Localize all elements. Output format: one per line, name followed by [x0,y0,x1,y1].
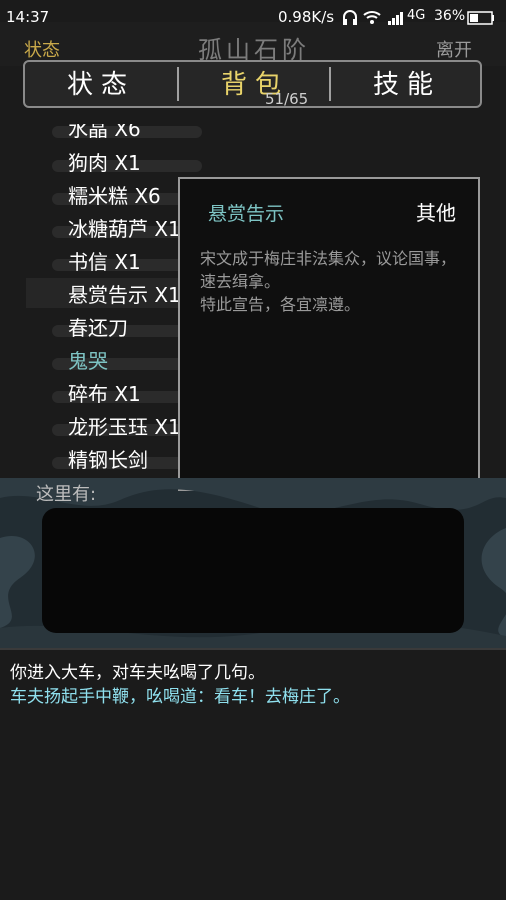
log-line: 你进入大车，对车夫吆喝了几句。 [10,663,265,683]
item-detail-description: 宋文成于梅庄非法集众，议论国事，速去缉拿。 特此宣告，各宜凛遵。 [200,249,457,314]
item-label: 春还刀 [68,316,128,340]
item-label: 狗肉 X1 [68,151,141,175]
room-contents-box [42,508,464,633]
log-line: 车夫扬起手中鞭，吆喝道：看车！去梅庄了。 [10,687,350,707]
item-label: 水晶 X6 [68,124,141,141]
list-item[interactable]: 书信 X1 [28,245,202,275]
list-item[interactable]: 龙形玉珏 X1 [28,410,202,440]
headphones-icon [343,10,357,25]
room-contents-label: 这里有: [36,484,97,505]
list-item[interactable]: 鬼哭 [28,344,202,374]
list-item[interactable]: 春还刀 [28,311,202,341]
list-item[interactable]: 糯米糕 X6 [28,179,202,209]
item-label: 冰糖葫芦 X12 [68,217,194,241]
item-label: 书信 X1 [68,250,141,274]
item-detail-popup[interactable]: 悬赏告示 其他 宋文成于梅庄非法集众，议论国事，速去缉拿。 特此宣告，各宜凛遵。 [178,177,480,491]
list-item[interactable]: 狗肉 X1 [28,146,202,176]
message-log: 你进入大车，对车夫吆喝了几句。 车夫扬起手中鞭，吆喝道：看车！去梅庄了。 [0,648,506,900]
signal-icon [388,12,403,25]
game-screen: 状态 孤山石阶 离开 14:37 0.98K/s 4G 36% 状态 背包 技能… [0,0,506,900]
network-type: 4G [407,8,426,23]
battery-level: 36% [434,8,466,24]
main-tabs: 状态 背包 技能 [23,60,482,108]
list-item-selected[interactable]: 悬赏告示 X1 [26,278,186,308]
tab-skills[interactable]: 技能 [331,62,483,106]
room-contents-panel: 这里有: [0,478,506,648]
item-label: 精钢长剑 [68,448,148,472]
item-detail-category: 其他 [416,201,456,225]
wifi-icon [363,11,381,24]
item-label: 悬赏告示 X1 [68,283,181,307]
status-shortcut-button[interactable]: 状态 [24,36,60,62]
list-item[interactable]: 水晶 X6 [28,124,202,142]
list-item[interactable]: 碎布 X1 [28,377,202,407]
battery-icon [467,11,494,25]
item-label: 碎布 X1 [68,382,141,406]
leave-button[interactable]: 离开 [436,36,472,62]
clock: 14:37 [6,8,50,26]
item-label: 龙形玉珏 X1 [68,415,181,439]
tab-status[interactable]: 状态 [25,62,177,106]
item-detail-title: 悬赏告示 [208,203,285,225]
inventory-capacity: 51/65 [265,90,309,108]
item-label: 糯米糕 X6 [68,184,161,208]
item-label: 鬼哭 [68,349,108,373]
list-item[interactable]: 冰糖葫芦 X12 [28,212,202,242]
system-status-bar: 14:37 0.98K/s 4G 36% [0,0,506,34]
list-item[interactable]: 精钢长剑 [28,443,202,473]
network-speed: 0.98K/s [278,8,335,26]
